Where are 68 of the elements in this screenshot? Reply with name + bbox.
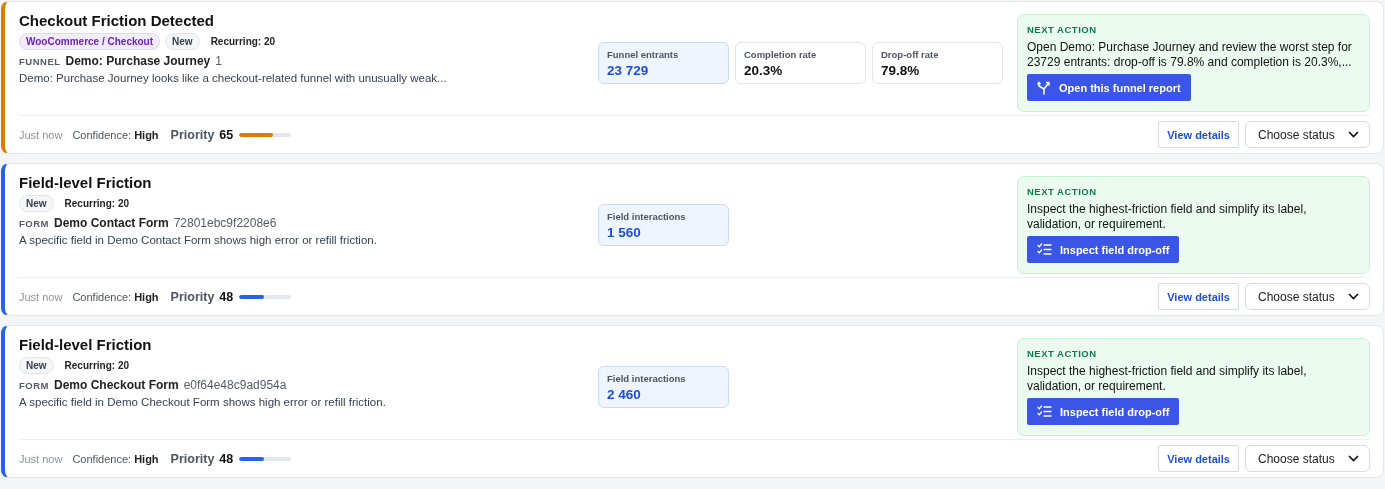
view-details-button[interactable]: View details [1158,283,1239,310]
metric-value: 2 460 [607,387,642,402]
metric-label: Drop-off rate [881,49,940,60]
chevron-down-icon [1348,455,1359,462]
source-tag: WooCommerce / Checkout [19,33,161,50]
priority-label: Priority [170,127,215,142]
card-title: Checkout Friction Detected [19,11,216,31]
view-details-button[interactable]: View details [1158,121,1239,148]
view-details-button[interactable]: View details [1158,445,1239,472]
panel-heading: NEXT ACTION [1027,186,1097,197]
status-dropdown[interactable]: Choose status [1245,283,1370,310]
confidence-value: High [134,128,159,141]
checklist-icon [1037,405,1052,418]
description: Demo: Purchase Journey looks like a checkout-related funnel with unusually weak... [19,72,448,84]
action-button[interactable]: Inspect field drop-off [1027,398,1180,425]
status-tag: New [19,195,54,212]
timestamp: Just now [19,290,63,303]
description: A specific field in Demo Contact Form shows high error or refill friction. [19,234,378,246]
metric-value: 1 560 [607,225,642,240]
priority-value: 48 [219,289,234,304]
fork-arrow-icon [1037,80,1051,95]
entity-name: Demo: Purchase Journey [65,54,211,68]
status-dropdown[interactable]: Choose status [1245,445,1370,472]
priority-label: Priority [170,451,215,466]
confidence-value: High [134,452,159,465]
status-dropdown[interactable]: Choose status [1245,121,1370,148]
entity-id: e0f64e48c9ad954a [183,378,287,392]
chevron-down-icon [1348,293,1359,300]
metric-label: Funnel entrants [607,49,680,60]
panel-heading: NEXT ACTION [1027,24,1097,35]
priority-value: 65 [219,127,234,142]
recurring-count: Recurring: 20 [64,360,130,371]
metric-value: 20.3% [744,63,784,78]
confidence-label: Confidence: [72,290,132,303]
entity-type: FUNNEL [19,56,61,67]
priority-label: Priority [170,289,215,304]
status-tag: New [165,33,200,50]
checklist-icon [1037,243,1052,256]
card-title: Field-level Friction [19,335,153,355]
metric-value: 79.8% [881,63,921,78]
panel-heading: NEXT ACTION [1027,348,1097,359]
priority-value: 48 [219,451,234,466]
action-button[interactable]: Inspect field drop-off [1027,236,1180,263]
chevron-down-icon [1348,131,1359,138]
description: A specific field in Demo Checkout Form shows high error or refill friction. [19,396,387,408]
entity-type: FORM [19,218,49,229]
metric-label: Field interactions [607,373,687,384]
entity-id: 1 [215,54,222,68]
metric-label: Field interactions [607,211,687,222]
status-tag: New [19,357,54,374]
card-title: Field-level Friction [19,173,153,193]
metric-label: Completion rate [744,49,818,60]
confidence-value: High [134,290,159,303]
recurring-count: Recurring: 20 [64,198,130,209]
timestamp: Just now [19,128,63,141]
action-text: Open Demo: Purchase Journey and review the worst step for 23729 entrants: drop-off is 79.8% and completion is 20.3%,... [1027,40,1353,70]
timestamp: Just now [19,452,63,465]
metric-value: 23 729 [607,63,650,78]
action-text: Inspect the highest-friction field and simplify its label, validation, or requirement. [1027,364,1308,394]
confidence-label: Confidence: [72,452,132,465]
action-text: Inspect the highest-friction field and simplify its label, validation, or requirement. [1027,202,1308,232]
recurring-count: Recurring: 20 [210,36,276,47]
entity-id: 72801ebc9f2208e6 [173,216,277,230]
action-button[interactable]: Open this funnel report [1027,74,1191,101]
entity-name: Demo Contact Form [53,216,169,230]
entity-type: FORM [19,380,49,391]
entity-name: Demo Checkout Form [53,378,179,392]
confidence-label: Confidence: [72,128,132,141]
